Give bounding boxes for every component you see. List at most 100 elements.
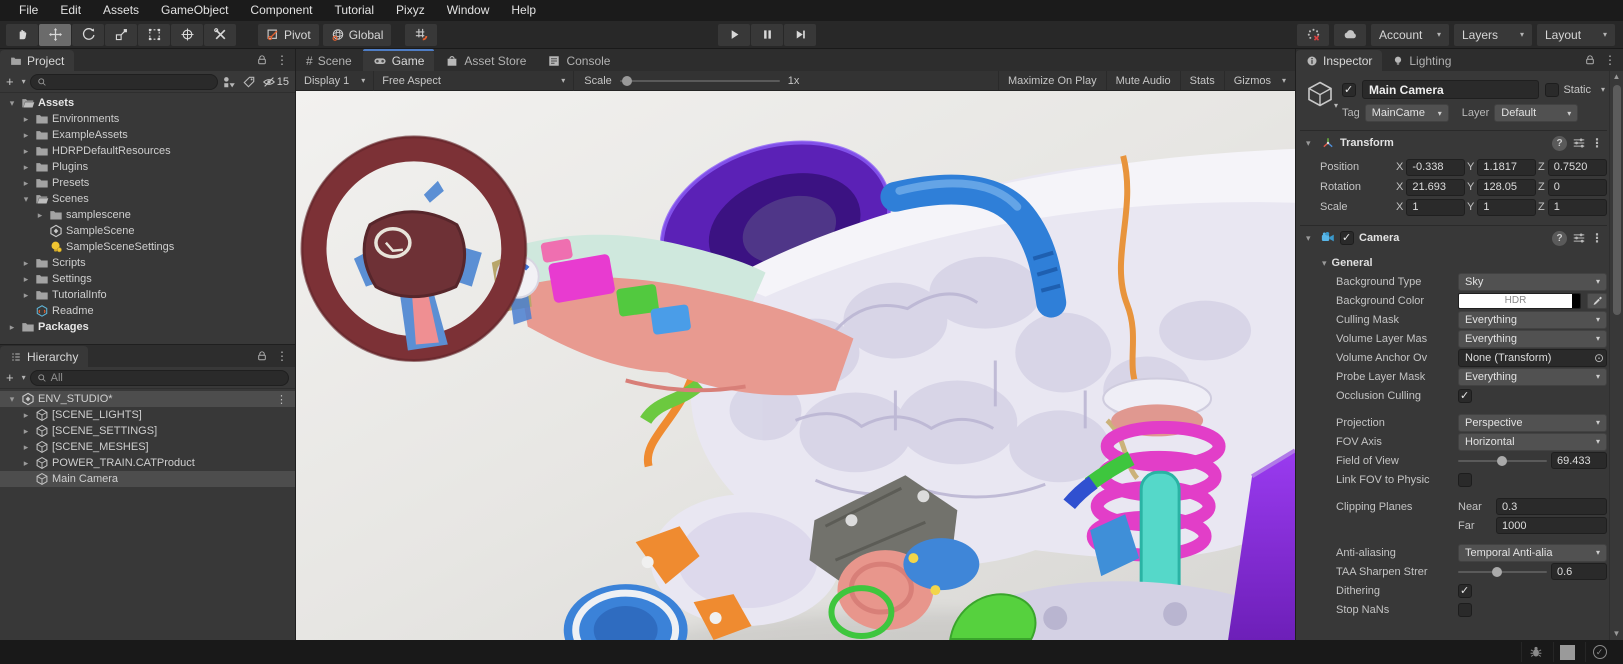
- static-checkbox[interactable]: [1545, 82, 1560, 97]
- scale-slider[interactable]: [619, 75, 780, 86]
- rect-tool-button[interactable]: [138, 23, 170, 46]
- kebab-menu-icon[interactable]: ⋮: [276, 393, 295, 406]
- tree-right-arrow-icon[interactable]: ▸: [6, 322, 18, 333]
- transform-header[interactable]: ▾ Transform ? ⋮: [1300, 131, 1607, 155]
- scroll-up-icon[interactable]: ▲: [1613, 71, 1621, 83]
- kebab-menu-icon[interactable]: ⋮: [276, 350, 288, 362]
- tab-scene[interactable]: # Scene: [296, 50, 362, 71]
- eyedropper-button[interactable]: [1587, 292, 1607, 309]
- hierarchy-add-button[interactable]: + ▾: [6, 370, 26, 385]
- tree-right-arrow-icon[interactable]: ▸: [20, 162, 32, 173]
- project-item-samplescene[interactable]: SampleScene: [0, 223, 295, 239]
- kebab-menu-icon[interactable]: ⋮: [1591, 232, 1603, 244]
- menu-tutorial[interactable]: Tutorial: [323, 0, 385, 21]
- project-search-input[interactable]: [29, 73, 218, 90]
- hierarchy-search-input[interactable]: All: [29, 369, 289, 386]
- game-viewport[interactable]: [296, 91, 1295, 640]
- menu-edit[interactable]: Edit: [49, 0, 92, 21]
- layout-dropdown[interactable]: Layout ▾: [1537, 23, 1615, 46]
- account-dropdown[interactable]: Account ▾: [1371, 23, 1449, 46]
- aspect-dropdown[interactable]: Free Aspect ▾: [374, 70, 575, 91]
- project-item-presets[interactable]: ▸ Presets: [0, 175, 295, 191]
- hierarchy-item-main-camera[interactable]: Main Camera: [0, 471, 295, 487]
- presets-icon[interactable]: [1572, 136, 1586, 150]
- project-item-tutorialinfo[interactable]: ▸ TutorialInfo: [0, 287, 295, 303]
- object-picker-icon[interactable]: ⊙: [1594, 351, 1604, 365]
- taa-sharpen-slider[interactable]: [1458, 566, 1547, 577]
- tree-down-arrow-icon[interactable]: ▾: [20, 194, 32, 205]
- custom-tool-button[interactable]: [204, 23, 236, 46]
- tree-down-arrow-icon[interactable]: ▾: [6, 394, 18, 405]
- position-y-field[interactable]: 1.1817: [1477, 158, 1536, 176]
- scale-y-field[interactable]: 1: [1477, 198, 1536, 216]
- gameobject-name-field[interactable]: Main Camera: [1362, 80, 1540, 99]
- inspector-scrollbar[interactable]: ▲ ▼: [1609, 71, 1623, 640]
- project-item-samplescene[interactable]: ▸ samplescene: [0, 207, 295, 223]
- position-x-field[interactable]: -0.338: [1406, 158, 1465, 176]
- gameobject-icon[interactable]: ▾: [1306, 80, 1338, 110]
- hierarchy-item-power-train-catproduct[interactable]: ▸ POWER_TRAIN.CATProduct: [0, 455, 295, 471]
- position-z-field[interactable]: 0.7520: [1547, 158, 1607, 176]
- project-item-plugins[interactable]: ▸ Plugins: [0, 159, 295, 175]
- far-field[interactable]: 1000: [1496, 517, 1607, 534]
- color-swatch-button[interactable]: [1553, 642, 1581, 662]
- kebab-menu-icon[interactable]: ⋮: [1604, 54, 1616, 66]
- hidden-packages-toggle[interactable]: 15: [262, 75, 289, 89]
- display-dropdown[interactable]: Display 1 ▾: [296, 70, 375, 91]
- tab-asset-store[interactable]: Asset Store: [435, 50, 536, 71]
- hierarchy-item-scene-meshes[interactable]: ▸ [SCENE_MESHES]: [0, 439, 295, 455]
- tab-game[interactable]: Game: [362, 49, 435, 71]
- project-add-button[interactable]: + ▾: [6, 74, 26, 89]
- tag-dropdown[interactable]: MainCame ▾: [1364, 104, 1449, 122]
- project-item-samplescenesettings[interactable]: SampleSceneSettings: [0, 239, 295, 255]
- project-item-settings[interactable]: ▸ Settings: [0, 271, 295, 287]
- tree-right-arrow-icon[interactable]: ▸: [20, 114, 32, 125]
- stats-button[interactable]: Stats: [1179, 71, 1224, 90]
- rotation-x-field[interactable]: 21.693: [1406, 178, 1465, 196]
- tab-inspector[interactable]: Inspector: [1296, 50, 1383, 71]
- tree-right-arrow-icon[interactable]: ▸: [20, 410, 32, 421]
- scale-x-field[interactable]: 1: [1406, 198, 1465, 216]
- general-foldout[interactable]: ▾ General: [1300, 254, 1607, 272]
- background-type-dropdown[interactable]: Sky ▾: [1458, 272, 1607, 291]
- menu-assets[interactable]: Assets: [92, 0, 150, 21]
- presets-icon[interactable]: [1572, 231, 1586, 245]
- tab-hierarchy[interactable]: Hierarchy: [0, 346, 89, 367]
- volume-anchor-field[interactable]: None (Transform) ⊙: [1458, 348, 1607, 367]
- filter-by-label-icon[interactable]: [242, 75, 256, 89]
- active-checkbox[interactable]: [1342, 82, 1356, 97]
- project-item-hdrpdefaultresources[interactable]: ▸ HDRPDefaultResources: [0, 143, 295, 159]
- tree-right-arrow-icon[interactable]: ▸: [20, 290, 32, 301]
- rotation-y-field[interactable]: 128.05: [1477, 178, 1536, 196]
- fov-value-field[interactable]: 69.433: [1551, 452, 1607, 469]
- rotate-tool-button[interactable]: [72, 23, 104, 46]
- gizmos-dropdown[interactable]: Gizmos ▾: [1223, 71, 1295, 90]
- lock-icon[interactable]: [256, 350, 268, 362]
- tree-down-arrow-icon[interactable]: ▾: [6, 98, 18, 109]
- link-fov-checkbox[interactable]: [1458, 472, 1472, 487]
- project-item-environments[interactable]: ▸ Environments: [0, 111, 295, 127]
- anti-aliasing-dropdown[interactable]: Temporal Anti-alia ▾: [1458, 543, 1607, 562]
- scale-slider-knob[interactable]: [621, 75, 632, 86]
- near-field[interactable]: 0.3: [1496, 498, 1607, 515]
- menu-gameobject[interactable]: GameObject: [150, 0, 239, 21]
- projection-dropdown[interactable]: Perspective ▾: [1458, 413, 1607, 432]
- taa-value-field[interactable]: 0.6: [1551, 563, 1607, 580]
- static-toggle[interactable]: Static ▾: [1545, 82, 1605, 97]
- scale-z-field[interactable]: 1: [1547, 198, 1607, 216]
- culling-mask-dropdown[interactable]: Everything ▾: [1458, 310, 1607, 329]
- tab-project[interactable]: Project: [0, 50, 75, 71]
- fov-slider[interactable]: [1458, 455, 1547, 466]
- help-icon[interactable]: ?: [1552, 135, 1567, 151]
- project-item-packages[interactable]: ▸ Packages: [0, 319, 295, 335]
- project-item-scenes[interactable]: ▾ Scenes: [0, 191, 295, 207]
- scroll-down-icon[interactable]: ▼: [1613, 628, 1621, 640]
- scale-tool-button[interactable]: [105, 23, 137, 46]
- collab-button[interactable]: [1297, 23, 1329, 46]
- pause-button[interactable]: [751, 23, 783, 46]
- hierarchy-item-scene-lights[interactable]: ▸ [SCENE_LIGHTS]: [0, 407, 295, 423]
- tree-right-arrow-icon[interactable]: ▸: [34, 210, 46, 221]
- kebab-menu-icon[interactable]: ⋮: [276, 54, 288, 66]
- transform-tool-button[interactable]: [171, 23, 203, 46]
- volume-layer-mask-dropdown[interactable]: Everything ▾: [1458, 329, 1607, 348]
